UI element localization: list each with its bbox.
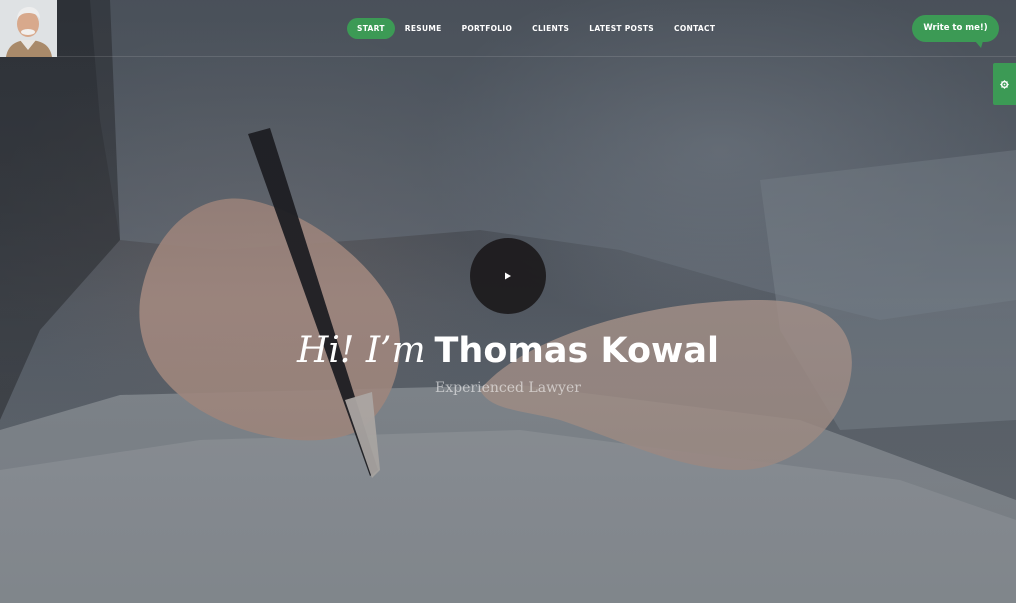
avatar[interactable] bbox=[0, 0, 57, 57]
nav-item-contact[interactable]: CONTACT bbox=[664, 18, 725, 39]
hero-headline: Hi! I’m Thomas Kowal bbox=[0, 330, 1016, 371]
hero-subtitle: Experienced Lawyer bbox=[435, 380, 581, 396]
hero-name: Thomas Kowal bbox=[434, 331, 719, 371]
hero-greeting: Hi! I’m bbox=[297, 330, 426, 371]
nav-item-resume[interactable]: RESUME bbox=[395, 18, 452, 39]
main-nav: START RESUME PORTFOLIO CLIENTS LATEST PO… bbox=[347, 17, 725, 39]
play-video-button[interactable] bbox=[470, 238, 546, 314]
site-header: START RESUME PORTFOLIO CLIENTS LATEST PO… bbox=[0, 0, 1016, 57]
nav-item-clients[interactable]: CLIENTS bbox=[522, 18, 579, 39]
settings-tab[interactable] bbox=[993, 63, 1016, 105]
nav-item-latest-posts[interactable]: LATEST POSTS bbox=[579, 18, 664, 39]
play-icon bbox=[505, 272, 511, 280]
nav-item-start[interactable]: START bbox=[347, 17, 395, 39]
write-to-me-button[interactable]: Write to me!) bbox=[912, 15, 999, 48]
nav-item-portfolio[interactable]: PORTFOLIO bbox=[452, 18, 523, 39]
gear-icon bbox=[1000, 79, 1009, 89]
avatar-portrait bbox=[0, 0, 57, 57]
